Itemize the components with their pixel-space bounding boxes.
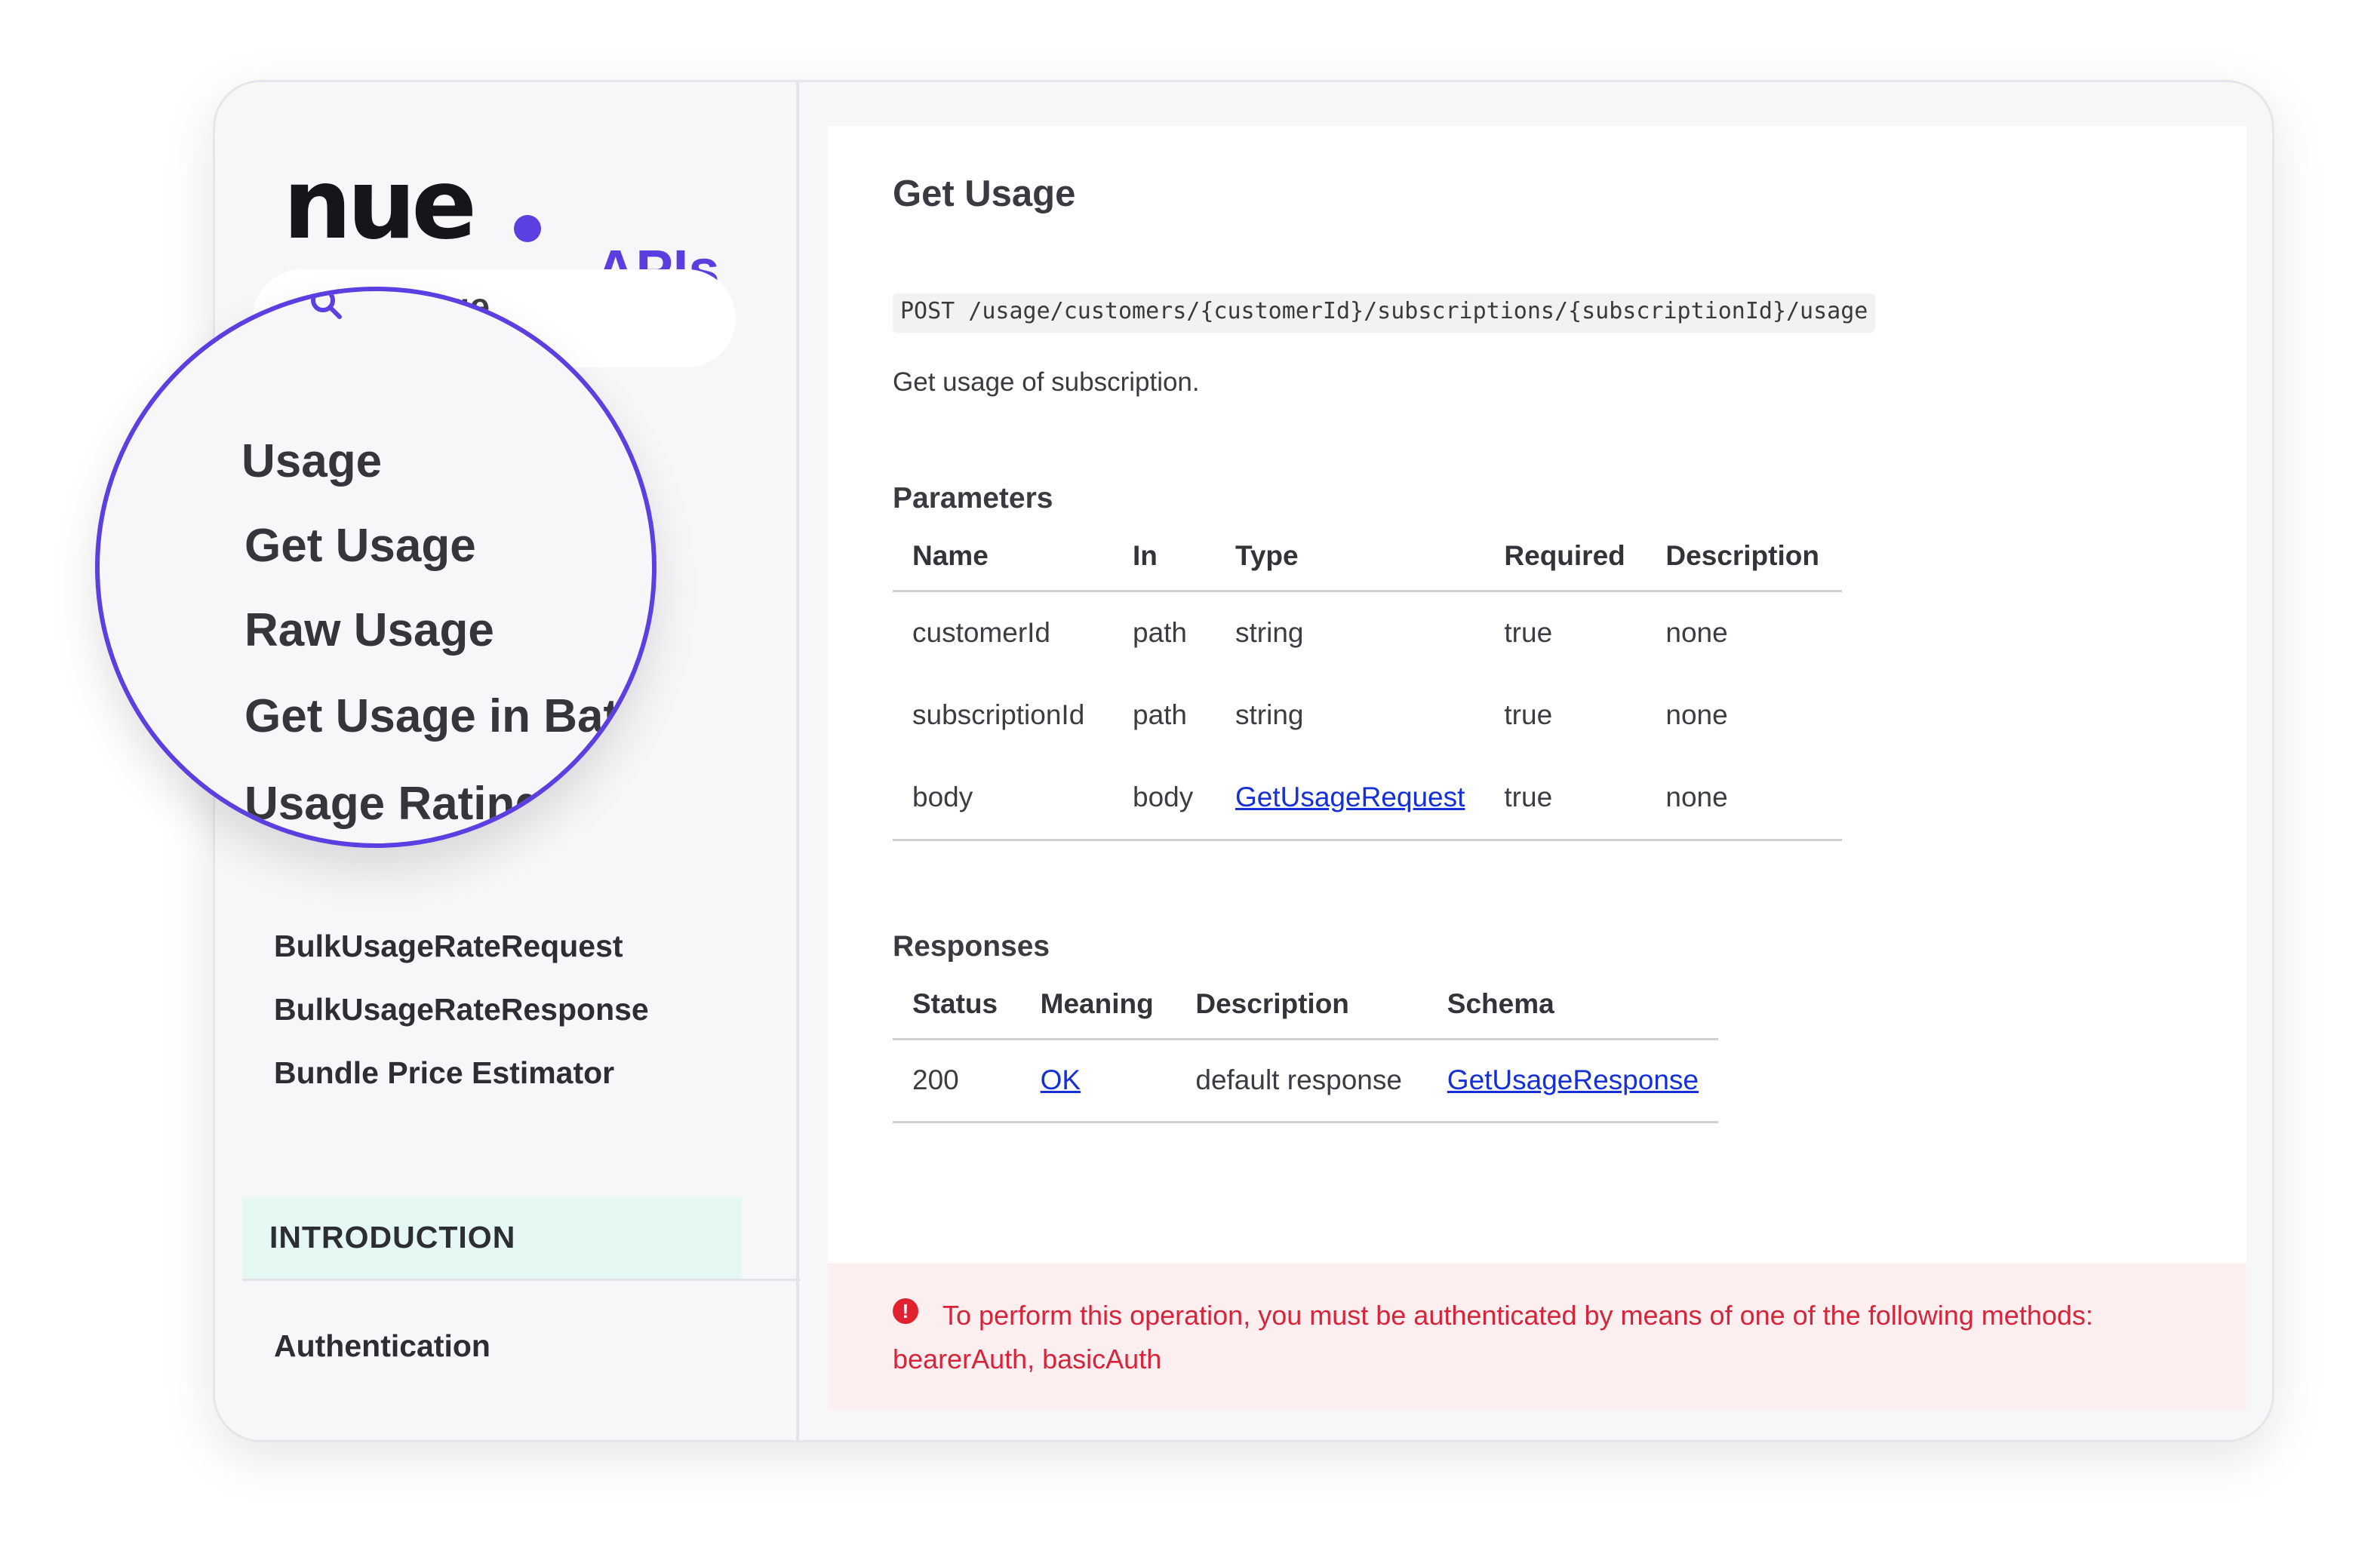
table-cell: 200	[893, 1039, 1021, 1123]
column-header: Type	[1216, 523, 1485, 592]
logo-dot	[514, 215, 541, 242]
sidebar-section-introduction[interactable]: INTRODUCTION	[242, 1197, 742, 1279]
nav-item-usage-rating[interactable]: Usage Rating	[244, 777, 543, 831]
sidebar-section-label: INTRODUCTION	[269, 1220, 516, 1255]
nav-item-raw-usage[interactable]: Raw Usage	[244, 603, 494, 657]
logo-wordmark: nue	[283, 149, 477, 261]
get-usage-request-link[interactable]: GetUsageRequest	[1235, 782, 1465, 812]
nav-section-usage[interactable]: Usage	[241, 435, 382, 488]
column-header: In	[1113, 523, 1216, 592]
table-cell: true	[1504, 699, 1553, 730]
table-cell: true	[1484, 757, 1647, 841]
table-cell: none	[1665, 699, 1728, 730]
table-cell: body	[1113, 757, 1216, 841]
auth-alert: ! To perform this operation, you must be…	[828, 1264, 2246, 1410]
responses-table: Status Meaning Description Schema 200 OK…	[893, 971, 1718, 1123]
page-title: Get Usage	[893, 174, 1076, 214]
column-header: Description	[1646, 523, 1842, 592]
get-usage-response-link[interactable]: GetUsageResponse	[1447, 1064, 1699, 1095]
responses-heading: Responses	[893, 930, 1050, 963]
sidebar-item-bulkusageraterequest[interactable]: BulkUsageRateRequest	[274, 929, 623, 964]
table-cell: string	[1235, 699, 1304, 730]
main-content: Get Usage POST /usage/customers/{custome…	[828, 126, 2246, 1410]
search-icon	[311, 291, 342, 319]
endpoint-description: Get usage of subscription.	[893, 367, 1200, 397]
sidebar-item-bulkusagerateresponse[interactable]: BulkUsageRateResponse	[274, 992, 649, 1027]
table-cell: none	[1665, 616, 1728, 648]
alert-text: To perform this operation, you must be a…	[893, 1300, 2093, 1374]
table-cell: true	[1504, 616, 1553, 648]
table-cell: body	[893, 757, 1113, 841]
table-cell: customerId	[912, 616, 1051, 648]
divider	[242, 1279, 801, 1281]
sidebar-item-bundle-price-estimator[interactable]: Bundle Price Estimator	[274, 1055, 614, 1091]
table-cell: subscriptionId	[912, 699, 1085, 730]
parameters-heading: Parameters	[893, 482, 1053, 514]
table-row: subscriptionId path string true none	[893, 674, 1842, 757]
ok-link[interactable]: OK	[1041, 1064, 1081, 1095]
table-cell: GetUsageRequest	[1216, 757, 1485, 841]
table-cell: path	[1133, 699, 1188, 730]
endpoint-path: POST /usage/customers/{customerId}/subsc…	[893, 293, 1876, 333]
nav-item-get-usage[interactable]: Get Usage	[244, 519, 476, 573]
table-row: body body GetUsageRequest true none	[893, 757, 1842, 841]
column-header: Schema	[1427, 971, 1718, 1040]
column-header: Description	[1176, 971, 1428, 1040]
column-header: Meaning	[1020, 971, 1176, 1040]
table-cell: string	[1235, 616, 1304, 648]
column-header: Required	[1484, 523, 1647, 592]
parameters-table: Name In Type Required Description custom…	[893, 523, 1842, 841]
table-cell: GetUsageResponse	[1427, 1039, 1718, 1123]
table-cell: path	[1133, 616, 1188, 648]
table-cell: none	[1646, 757, 1842, 841]
table-row: customerId path string true none	[893, 591, 1842, 674]
sidebar-item-authentication[interactable]: Authentication	[274, 1328, 490, 1364]
table-cell: OK	[1020, 1039, 1176, 1123]
column-header: Status	[893, 971, 1021, 1040]
nav-item-get-usage-in-batch[interactable]: Get Usage in Batch	[244, 689, 652, 743]
column-header: Name	[893, 523, 1113, 592]
table-cell: default response	[1176, 1039, 1428, 1123]
table-row: 200 OK default response GetUsageResponse	[893, 1039, 1718, 1123]
magnifier-lens: Usage Get Usage Raw Usage Get Usage in B…	[95, 287, 656, 848]
